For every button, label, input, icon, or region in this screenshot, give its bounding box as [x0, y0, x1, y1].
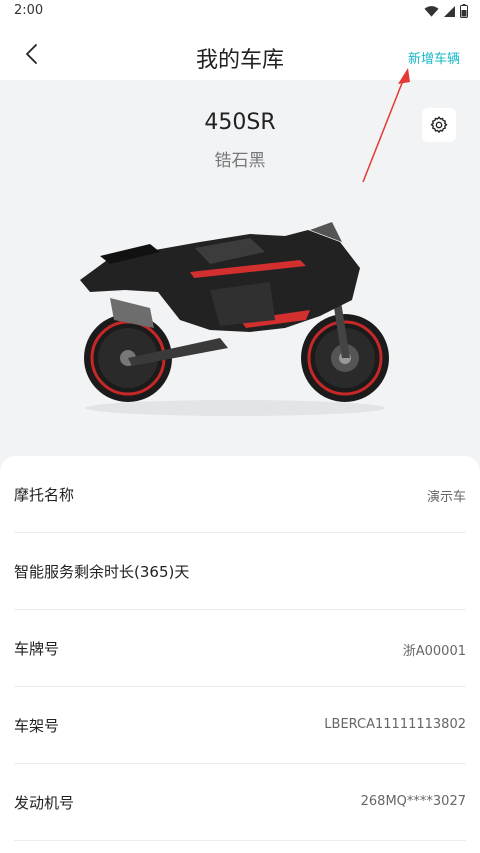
vehicle-color: 锆石黑 — [214, 151, 266, 171]
info-row-plate[interactable]: 车牌号 浙A00001 — [14, 610, 466, 687]
vehicle-info-card: 摩托名称 演示车 智能服务剩余时长(365)天 车牌号 浙A00001 车架号 … — [0, 456, 480, 853]
status-bar: 2:00 — [0, 0, 480, 24]
row-value: 演示车 — [426, 490, 466, 505]
add-vehicle-button[interactable]: 新增车辆 — [408, 48, 460, 67]
row-label: 摩托名称 — [14, 486, 75, 504]
vehicle-hero: 450SR 锆石黑 — [0, 80, 480, 460]
wifi-icon — [424, 5, 439, 17]
signal-icon — [444, 5, 455, 17]
vehicle-model: 450SR — [204, 110, 276, 135]
info-row-frame[interactable]: 车架号 LBERCA11111113802 — [14, 687, 466, 764]
status-time: 2:00 — [14, 3, 44, 18]
battery-icon — [460, 4, 468, 18]
info-row-service[interactable]: 智能服务剩余时长(365)天 — [14, 533, 466, 610]
row-label: 车架号 — [14, 717, 60, 735]
info-row-name[interactable]: 摩托名称 演示车 — [14, 456, 466, 533]
row-value: 268MQ****3027 — [360, 794, 466, 809]
row-value: 浙A00001 — [402, 644, 466, 659]
settings-button[interactable] — [422, 108, 456, 142]
status-icons — [424, 4, 468, 18]
gear-icon — [430, 116, 448, 133]
nav-bar: 我的车库 新增车辆 — [0, 24, 480, 80]
row-label: 发动机号 — [14, 794, 75, 812]
info-row-engine[interactable]: 发动机号 268MQ****3027 — [14, 764, 466, 841]
row-value: LBERCA11111113802 — [324, 717, 466, 732]
row-label: 车牌号 — [14, 640, 60, 658]
row-label: 智能服务剩余时长(365)天 — [14, 563, 190, 581]
motorcycle-image — [80, 222, 389, 416]
